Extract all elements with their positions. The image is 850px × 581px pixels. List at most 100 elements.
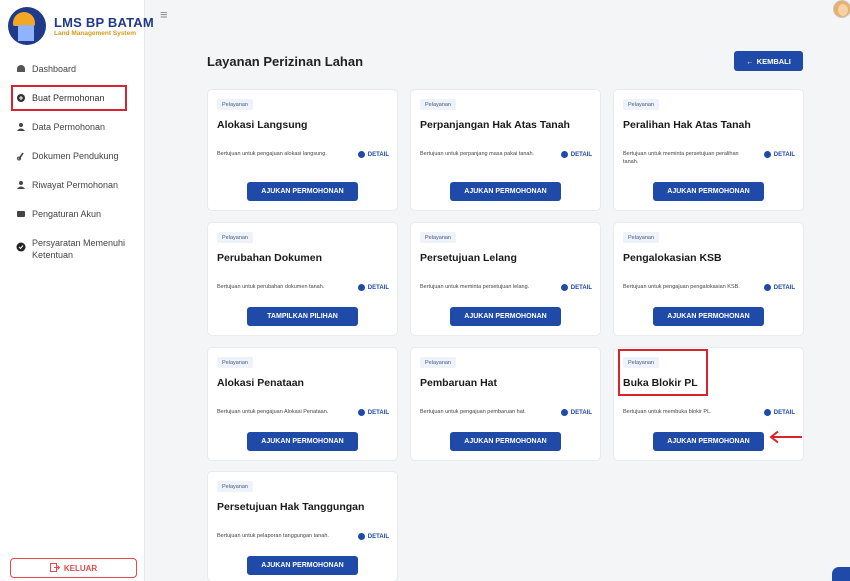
logout-label: KELUAR	[63, 563, 98, 573]
document-link-icon	[16, 151, 26, 161]
highlight-box	[618, 349, 708, 396]
detail-label: DETAIL	[773, 151, 795, 158]
service-card-pengalokasian-ksb: Pelayanan Pengalokasian KSB Bertujuan un…	[614, 223, 803, 335]
info-icon	[357, 151, 365, 158]
ajukan-permohonan-button[interactable]: AJUKAN PERMOHONAN	[450, 182, 561, 201]
detail-link[interactable]: DETAIL	[357, 284, 389, 291]
service-card-pembaruan-hat: Pelayanan Pembaruan Hat Bertujuan untuk …	[411, 348, 600, 460]
card-description: Bertujuan untuk meminta persetujuan lela…	[420, 284, 530, 290]
detail-link[interactable]: DETAIL	[357, 409, 389, 416]
red-arrow-icon	[769, 430, 802, 444]
user-avatar[interactable]	[833, 0, 850, 18]
app-title: LMS BP BATAM	[54, 15, 154, 30]
dashboard-icon	[16, 64, 26, 74]
detail-link[interactable]: DETAIL	[560, 409, 592, 416]
history-icon	[16, 180, 26, 190]
service-tag: Pelayanan	[623, 99, 659, 110]
detail-label: DETAIL	[570, 409, 592, 416]
ajukan-permohonan-button[interactable]: AJUKAN PERMOHONAN	[653, 182, 764, 201]
service-card-persetujuan-hak-tanggungan: Pelayanan Persetujuan Hak Tanggungan Ber…	[208, 472, 397, 581]
ajukan-permohonan-button[interactable]: AJUKAN PERMOHONAN	[653, 432, 764, 451]
service-card-perpanjangan-hak: Pelayanan Perpanjangan Hak Atas Tanah Be…	[411, 90, 600, 210]
card-title: Pembaruan Hat	[420, 377, 498, 389]
service-tag: Pelayanan	[217, 232, 253, 243]
sidebar-item-label: Dokumen Pendukung	[32, 151, 119, 161]
sidebar-item-dokumen-pendukung[interactable]: Dokumen Pendukung	[0, 150, 144, 179]
sidebar-item-label: Dashboard	[32, 64, 77, 74]
sidebar-item-persyaratan[interactable]: Persyaratan Memenuhi Ketentuan	[0, 237, 144, 271]
card-description: Bertujuan untuk pelaporan tanggungan tan…	[217, 533, 329, 539]
logout-button[interactable]: KELUAR	[10, 558, 137, 578]
app-subtitle: Land Management System	[54, 30, 136, 37]
card-description: Bertujuan untuk pengajuan alokasi langsu…	[217, 151, 327, 157]
detail-label: DETAIL	[773, 409, 795, 416]
service-card-peralihan-hak: Pelayanan Peralihan Hak Atas Tanah Bertu…	[614, 90, 803, 210]
tampilkan-pilihan-button[interactable]: TAMPILKAN PILIHAN	[247, 307, 358, 326]
service-tag: Pelayanan	[420, 232, 456, 243]
card-description: Bertujuan untuk meminta persetujuan pera…	[623, 151, 739, 165]
card-title: Perubahan Dokumen	[217, 252, 323, 264]
detail-link[interactable]: DETAIL	[357, 151, 389, 158]
sidebar-item-riwayat-permohonan[interactable]: Riwayat Permohonan	[0, 179, 144, 208]
detail-link[interactable]: DETAIL	[560, 151, 592, 158]
data-request-icon	[16, 122, 26, 132]
sidebar-item-label: Pengaturan Akun	[32, 209, 102, 219]
detail-label: DETAIL	[367, 284, 389, 291]
back-button[interactable]: ← KEMBALI	[734, 51, 803, 71]
card-description: Bertujuan untuk pengajuan pembaruan hat.	[420, 409, 526, 415]
ajukan-permohonan-button[interactable]: AJUKAN PERMOHONAN	[450, 307, 561, 326]
service-tag: Pelayanan	[217, 481, 253, 492]
service-tag: Pelayanan	[420, 357, 456, 368]
detail-link[interactable]: DETAIL	[763, 284, 795, 291]
card-description: Bertujuan untuk perpanjang masa pakai ta…	[420, 151, 535, 157]
info-icon	[560, 409, 568, 416]
detail-link[interactable]: DETAIL	[560, 284, 592, 291]
card-title: Persetujuan Hak Tanggungan	[217, 501, 365, 513]
detail-label: DETAIL	[367, 533, 389, 540]
sidebar-item-buat-permohonan[interactable]: Buat Permohonan	[0, 85, 144, 121]
service-tag: Pelayanan	[420, 99, 456, 110]
ajukan-permohonan-button[interactable]: AJUKAN PERMOHONAN	[247, 182, 358, 201]
sidebar-item-pengaturan-akun[interactable]: Pengaturan Akun	[0, 208, 144, 237]
service-card-alokasi-penataan: Pelayanan Alokasi Penataan Bertujuan unt…	[208, 348, 397, 460]
service-tag: Pelayanan	[217, 99, 253, 110]
detail-label: DETAIL	[570, 151, 592, 158]
logout-icon	[49, 562, 61, 574]
ajukan-permohonan-button[interactable]: AJUKAN PERMOHONAN	[653, 307, 764, 326]
detail-label: DETAIL	[570, 284, 592, 291]
card-title: Pengalokasian KSB	[623, 252, 722, 264]
info-icon	[357, 533, 365, 540]
info-icon	[763, 151, 771, 158]
detail-link[interactable]: DETAIL	[357, 533, 389, 540]
service-tag: Pelayanan	[623, 232, 659, 243]
account-settings-icon	[16, 209, 26, 219]
chat-widget-icon[interactable]	[832, 567, 850, 581]
app-logo[interactable]: LMS BP BATAM Land Management System	[8, 6, 154, 46]
page-title: Layanan Perizinan Lahan	[207, 54, 364, 69]
sidebar-item-label: Riwayat Permohonan	[32, 180, 119, 190]
logo-emblem-icon	[8, 7, 46, 45]
topbar: ≡	[145, 0, 850, 30]
card-description: Bertujuan untuk perubahan dokumen tanah.	[217, 284, 325, 290]
info-icon	[763, 284, 771, 291]
detail-link[interactable]: DETAIL	[763, 409, 795, 416]
sidebar-nav: Dashboard Buat Permohonan Data Permohona…	[0, 58, 144, 266]
info-icon	[560, 284, 568, 291]
info-icon	[357, 284, 365, 291]
ajukan-permohonan-button[interactable]: AJUKAN PERMOHONAN	[247, 556, 358, 575]
card-title: Alokasi Langsung	[217, 119, 308, 131]
detail-link[interactable]: DETAIL	[763, 151, 795, 158]
card-title: Alokasi Penataan	[217, 377, 304, 389]
ajukan-permohonan-button[interactable]: AJUKAN PERMOHONAN	[247, 432, 358, 451]
arrow-left-icon: ←	[746, 56, 754, 66]
ajukan-permohonan-button[interactable]: AJUKAN PERMOHONAN	[450, 432, 561, 451]
card-description: Bertujuan untuk membuka blokir PL.	[623, 409, 712, 415]
sidebar-item-data-permohonan[interactable]: Data Permohonan	[0, 121, 144, 150]
card-title: Persetujuan Lelang	[420, 252, 517, 264]
hamburger-menu-icon[interactable]: ≡	[160, 7, 168, 22]
service-card-persetujuan-lelang: Pelayanan Persetujuan Lelang Bertujuan u…	[411, 223, 600, 335]
info-icon	[763, 409, 771, 416]
card-title: Perpanjangan Hak Atas Tanah	[420, 119, 570, 131]
requirements-check-icon	[16, 242, 26, 252]
card-description: Bertujuan untuk pengajuan pengalokasian …	[623, 284, 740, 290]
